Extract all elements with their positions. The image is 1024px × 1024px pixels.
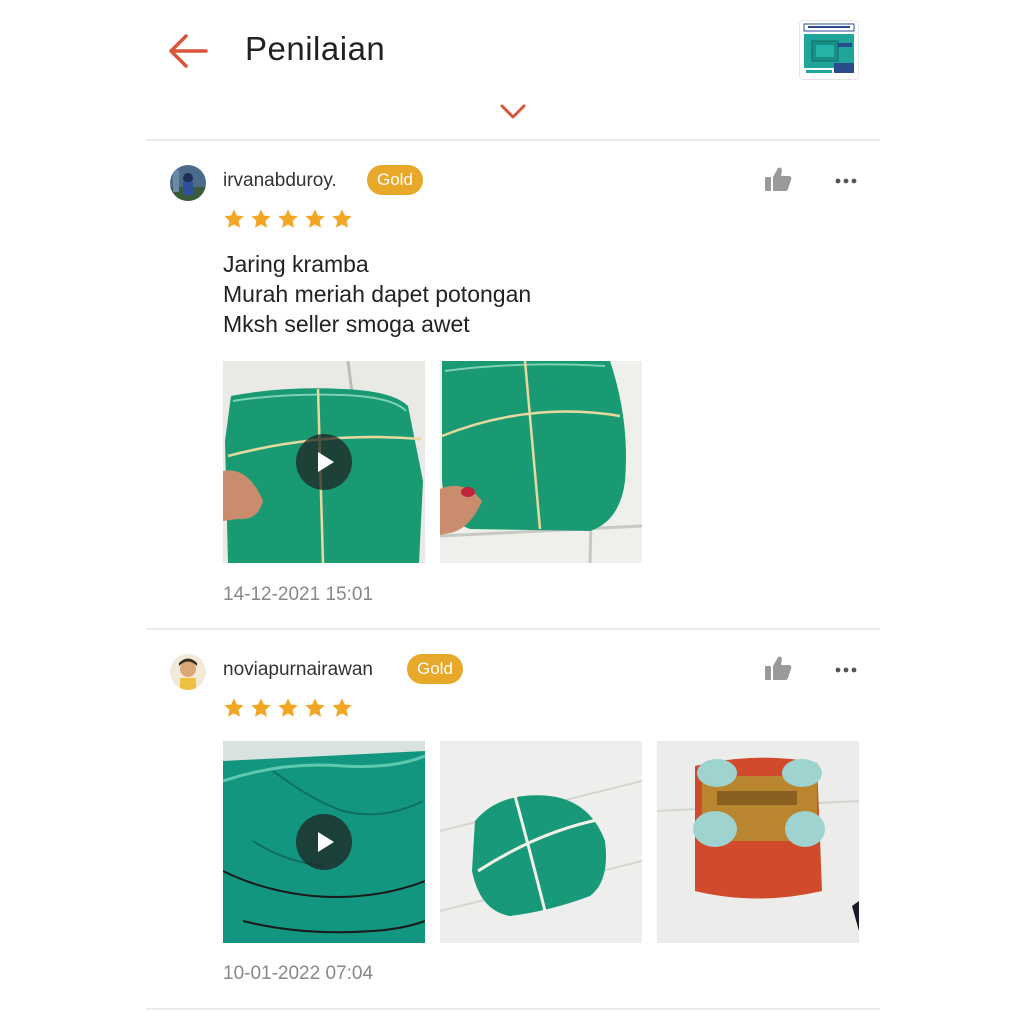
star-icon — [224, 209, 244, 228]
star-icon — [305, 698, 325, 717]
arrow-left-icon — [169, 34, 208, 68]
review-item: irvanabduroy. Gold Jaring kramba Murah m… — [146, 141, 880, 628]
thumbs-up-icon — [765, 656, 792, 680]
play-button[interactable] — [296, 434, 352, 490]
review-text: Jaring kramba Murah meriah dapet potonga… — [223, 249, 531, 339]
like-button[interactable] — [764, 655, 792, 681]
chevron-down-icon — [500, 104, 526, 119]
avatar[interactable] — [170, 654, 206, 690]
review-photo[interactable] — [440, 361, 642, 563]
review-video[interactable] — [223, 741, 425, 943]
header-bar: Penilaian — [0, 0, 1024, 140]
username[interactable]: irvanabduroy. — [223, 170, 337, 192]
review-timestamp: 10-01-2022 07:04 — [223, 963, 374, 984]
membership-badge: Gold — [407, 654, 463, 684]
star-icon — [224, 698, 244, 717]
play-icon — [296, 434, 352, 490]
more-options-button[interactable] — [834, 173, 858, 184]
back-button[interactable] — [166, 32, 210, 70]
username[interactable]: noviapurnairawan — [223, 659, 373, 681]
review-text-line: Mksh seller smoga awet — [223, 311, 470, 337]
star-icon — [332, 698, 352, 717]
star-rating — [223, 697, 353, 723]
star-rating — [223, 208, 353, 234]
like-button[interactable] — [764, 166, 792, 192]
expand-button[interactable] — [498, 100, 528, 122]
thumbs-up-icon — [765, 167, 792, 191]
avatar[interactable] — [170, 165, 206, 201]
review-photo[interactable] — [657, 741, 859, 943]
star-icon — [251, 698, 271, 717]
star-icon — [278, 698, 298, 717]
review-video[interactable] — [223, 361, 425, 563]
more-horizontal-icon — [835, 667, 857, 673]
review-item: noviapurnairawan Gold 10-01-2022 07:04 — [146, 630, 880, 1010]
star-icon — [305, 209, 325, 228]
review-photo[interactable] — [440, 741, 642, 943]
more-horizontal-icon — [835, 178, 857, 184]
review-timestamp: 14-12-2021 15:01 — [223, 584, 374, 605]
page-title: Penilaian — [245, 30, 386, 67]
star-icon — [332, 209, 352, 228]
membership-badge: Gold — [367, 165, 423, 195]
divider — [146, 1008, 880, 1010]
review-text-line: Murah meriah dapet potongan — [223, 281, 532, 307]
more-options-button[interactable] — [834, 662, 858, 673]
review-text-line: Jaring kramba — [223, 251, 369, 277]
product-thumbnail[interactable] — [799, 20, 859, 80]
play-icon — [296, 814, 352, 870]
play-button[interactable] — [296, 814, 352, 870]
star-icon — [278, 209, 298, 228]
star-icon — [251, 209, 271, 228]
